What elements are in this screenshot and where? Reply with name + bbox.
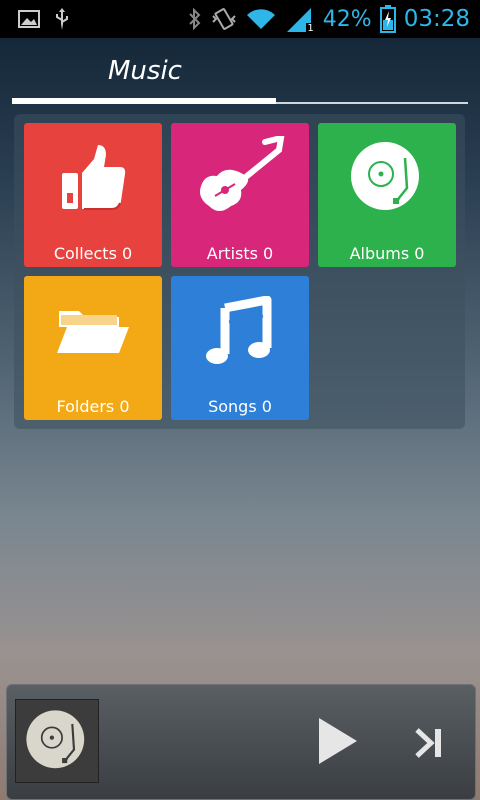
signal-badge: 1	[306, 23, 315, 34]
category-grid: Collects 0 Artists 0 Albums 0 Folders 0 …	[14, 114, 465, 429]
collects-tile[interactable]: Collects 0	[24, 123, 162, 267]
album-art[interactable]	[15, 699, 99, 783]
albums-tile[interactable]: Albums 0	[318, 123, 456, 267]
clock: 03:28	[403, 6, 470, 32]
image-icon	[18, 10, 40, 28]
albums-label: Albums 0	[349, 244, 425, 263]
signal-icon: 1	[285, 6, 315, 34]
folders-tile[interactable]: Folders 0	[24, 276, 162, 420]
battery-charging-icon	[379, 5, 396, 33]
folder-icon	[57, 311, 129, 353]
next-icon	[415, 728, 441, 758]
wifi-icon	[246, 9, 275, 29]
artists-label: Artists 0	[206, 244, 274, 263]
folders-label: Folders 0	[56, 397, 130, 416]
artists-tile[interactable]: Artists 0	[171, 123, 309, 267]
vibrate-icon	[212, 8, 236, 30]
guitar-icon	[200, 136, 285, 211]
play-icon	[319, 718, 357, 764]
music-note-icon	[206, 296, 272, 364]
status-bar: 1 42% 03:28	[0, 0, 480, 38]
thumbs-up-icon	[62, 145, 126, 210]
mini-player	[6, 684, 476, 800]
songs-tile[interactable]: Songs 0	[171, 276, 309, 420]
bluetooth-icon	[189, 7, 201, 31]
play-button[interactable]	[313, 713, 363, 769]
songs-label: Songs 0	[208, 397, 272, 416]
collects-label: Collects 0	[53, 244, 133, 263]
vinyl-icon	[26, 710, 85, 769]
page-title: Music	[108, 56, 182, 86]
vinyl-icon	[351, 142, 419, 210]
battery-percentage: 42%	[322, 6, 372, 32]
tab-indicator	[12, 98, 276, 104]
usb-icon	[56, 8, 68, 30]
next-button[interactable]	[407, 721, 451, 765]
